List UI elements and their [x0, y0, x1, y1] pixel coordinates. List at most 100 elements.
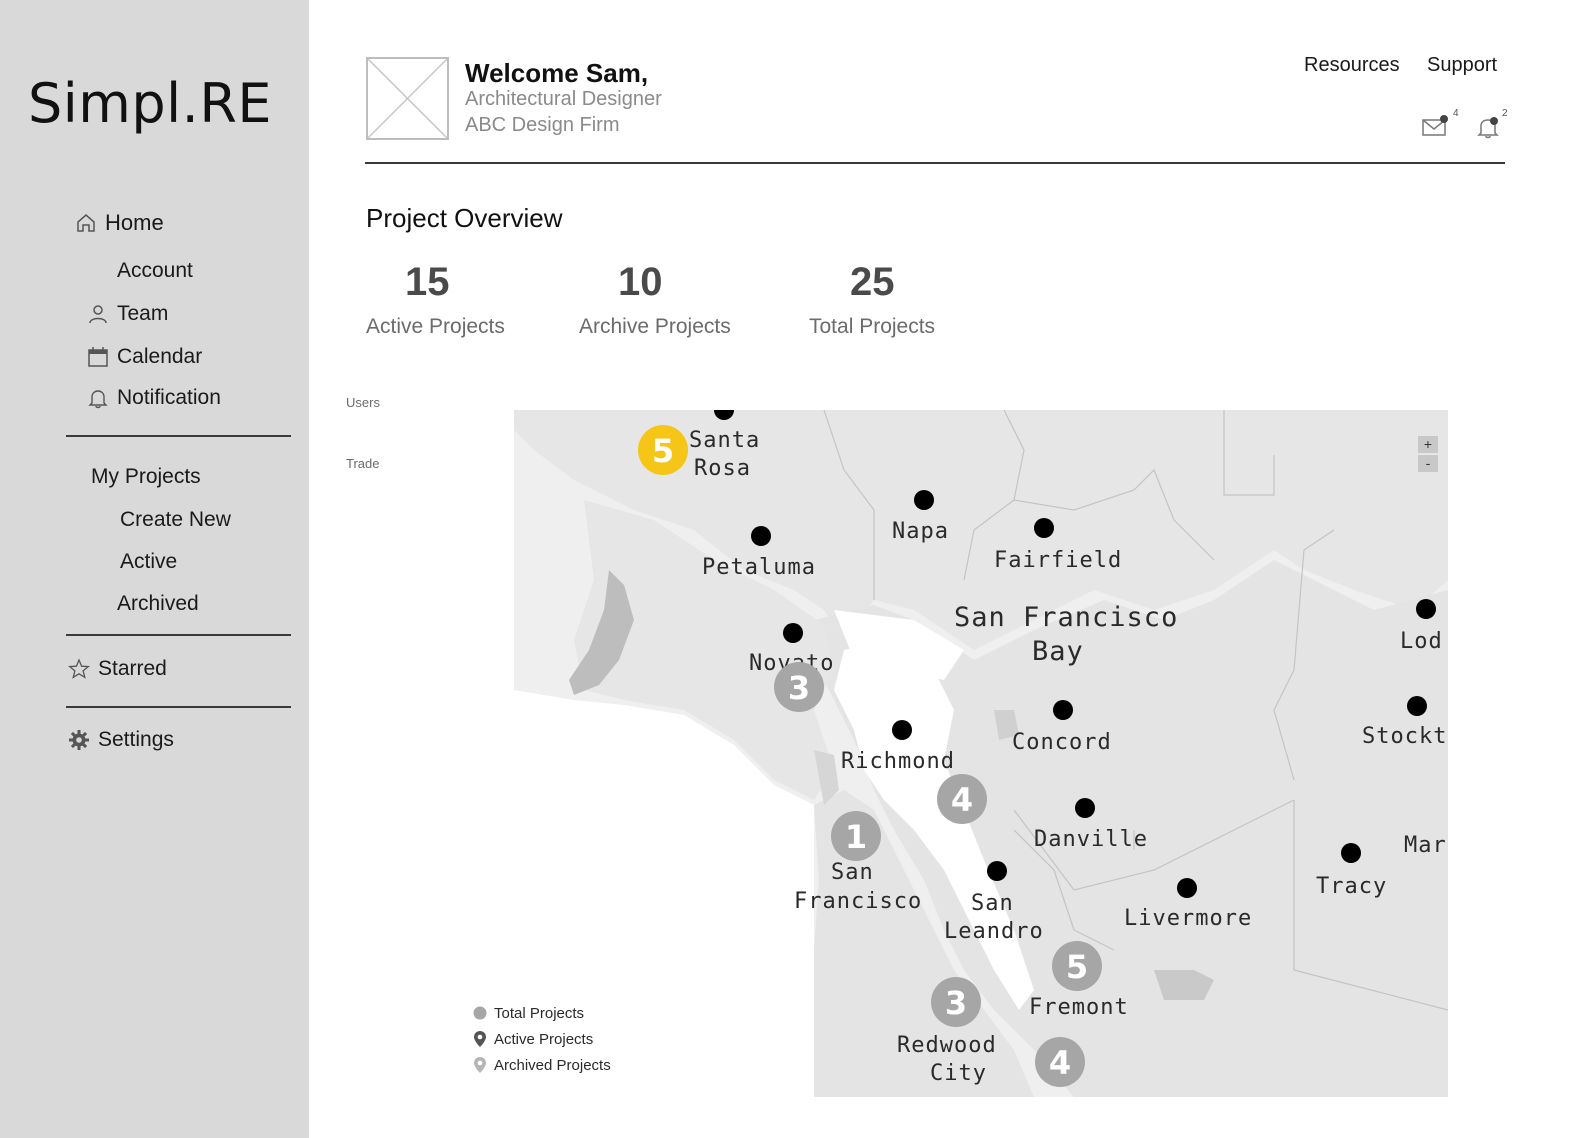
zoom-out-button[interactable]: - — [1418, 455, 1438, 472]
user-firm: ABC Design Firm — [465, 114, 620, 136]
stat-archive-label: Archive Projects — [579, 315, 731, 338]
sidebar-item-account[interactable]: Account — [117, 259, 193, 283]
sidebar-item-active[interactable]: Active — [120, 550, 177, 574]
sidebar-divider — [66, 634, 291, 636]
city-label-manteca: Mar — [1404, 833, 1447, 858]
mail-count-badge: 4 — [1453, 108, 1459, 119]
filter-trade[interactable]: Trade — [346, 456, 379, 471]
welcome-text: Welcome Sam, — [465, 58, 649, 88]
sidebar-item-archived[interactable]: Archived — [117, 592, 199, 616]
city-label-redwood-city: Redwood — [897, 1033, 997, 1058]
legend-archived: Archived Projects — [472, 1056, 611, 1074]
sidebar-item-label: Settings — [98, 728, 174, 751]
stat-total-label: Total Projects — [809, 315, 936, 338]
city-label-san-francisco: San — [831, 860, 874, 885]
city-label-stockton: Stockt — [1362, 724, 1447, 749]
city-label-san-leandro: San — [971, 891, 1014, 916]
city-label-santa-rosa: Santa — [689, 428, 760, 453]
home-icon — [75, 212, 97, 234]
bay-label: San Francisco — [954, 602, 1178, 633]
app-logo: Simpl.RE — [28, 72, 272, 135]
map-pin-outline-icon — [472, 1056, 488, 1074]
cluster-count: 4 — [1049, 1044, 1071, 1082]
city-label-fairfield: Fairfield — [994, 548, 1122, 573]
map-canvas[interactable]: Santa Rosa Napa Fairfield Petaluma San F… — [514, 410, 1448, 1097]
cluster-fremont[interactable]: 5 — [1052, 941, 1102, 991]
legend-label: Archived Projects — [494, 1056, 611, 1074]
user-role: Architectural Designer — [465, 88, 662, 110]
zoom-in-button[interactable]: + — [1418, 436, 1438, 453]
stat-active-value: 15 — [405, 260, 450, 304]
city-label-fremont: Fremont — [1029, 995, 1129, 1020]
city-label-danville: Danville — [1034, 827, 1148, 852]
legend-label: Active Projects — [494, 1030, 594, 1048]
sidebar-item-label: Calendar — [117, 345, 203, 368]
cluster-count: 3 — [788, 669, 810, 707]
stat-active-label: Active Projects — [366, 315, 505, 338]
project-map[interactable]: Santa Rosa Napa Fairfield Petaluma San F… — [514, 410, 1448, 1097]
notification-count-badge: 2 — [1502, 108, 1508, 119]
filter-users[interactable]: Users — [346, 395, 380, 410]
sidebar-item-create-new[interactable]: Create New — [120, 508, 231, 532]
resources-link[interactable]: Resources — [1304, 54, 1400, 77]
cluster-walnut-creek[interactable]: 4 — [937, 774, 987, 824]
city-label-livermore: Livermore — [1124, 906, 1252, 931]
city-label-redwood-city: City — [930, 1061, 987, 1086]
header-divider — [365, 162, 1505, 164]
sidebar-item-label: Home — [105, 210, 164, 235]
cluster-san-francisco[interactable]: 1 — [831, 811, 881, 861]
cluster-count: 4 — [951, 781, 973, 819]
stat-archive-value: 10 — [618, 260, 663, 304]
sidebar-item-label: Account — [117, 259, 193, 282]
calendar-icon — [87, 346, 109, 368]
cluster-santa-rosa[interactable]: 5 — [638, 425, 688, 475]
cluster-count: 5 — [1066, 948, 1088, 986]
page-title: Project Overview — [366, 203, 563, 233]
sidebar-item-calendar[interactable]: Calendar — [87, 345, 202, 369]
sidebar-item-notification[interactable]: Notification — [87, 386, 221, 410]
gear-icon — [68, 729, 90, 751]
bay-label: Bay — [1032, 636, 1084, 667]
sidebar-item-my-projects[interactable]: My Projects — [91, 465, 201, 489]
sidebar-item-team[interactable]: Team — [87, 302, 168, 326]
total-dot-icon — [472, 1004, 488, 1022]
sidebar-item-label: Team — [117, 302, 169, 325]
mail-icon[interactable] — [1420, 110, 1452, 142]
cluster-count: 3 — [945, 984, 967, 1022]
avatar[interactable] — [366, 57, 449, 140]
sidebar: Simpl.RE Home Account Team Calendar Noti… — [0, 0, 309, 1138]
city-label-san-leandro: Leandro — [944, 919, 1044, 944]
city-label-lodi: Lod — [1400, 629, 1443, 654]
city-label-concord: Concord — [1012, 730, 1112, 755]
zoom-control: + - — [1418, 436, 1438, 474]
city-label-richmond: Richmond — [841, 749, 955, 774]
sidebar-divider — [66, 435, 291, 437]
legend-active: Active Projects — [472, 1030, 593, 1048]
city-label-san-francisco: Francisco — [794, 889, 922, 914]
cluster-count: 1 — [845, 818, 867, 856]
city-label-napa: Napa — [892, 519, 949, 544]
bell-icon — [87, 387, 109, 409]
sidebar-item-label: Active — [120, 550, 178, 573]
support-link[interactable]: Support — [1427, 54, 1497, 77]
sidebar-item-label: Archived — [117, 592, 199, 615]
cluster-redwood-city[interactable]: 3 — [931, 977, 981, 1027]
city-label-santa-rosa: Rosa — [694, 456, 751, 481]
sidebar-item-label: Create New — [120, 508, 231, 531]
sidebar-item-label: Starred — [98, 657, 167, 680]
legend-label: Total Projects — [494, 1004, 585, 1022]
user-icon — [87, 303, 109, 325]
sidebar-item-label: Notification — [117, 386, 221, 409]
cluster-palo-alto[interactable]: 4 — [1035, 1037, 1085, 1087]
sidebar-item-settings[interactable]: Settings — [68, 728, 174, 752]
legend-total: Total Projects — [472, 1004, 584, 1022]
map-pin-icon — [472, 1030, 488, 1048]
stat-total-value: 25 — [850, 260, 895, 304]
cluster-count: 5 — [652, 432, 674, 470]
star-icon — [68, 658, 90, 680]
city-label-petaluma: Petaluma — [702, 555, 816, 580]
sidebar-item-starred[interactable]: Starred — [68, 657, 167, 681]
sidebar-item-label: My Projects — [91, 465, 201, 488]
cluster-novato[interactable]: 3 — [774, 662, 824, 712]
sidebar-item-home[interactable]: Home — [75, 210, 164, 236]
